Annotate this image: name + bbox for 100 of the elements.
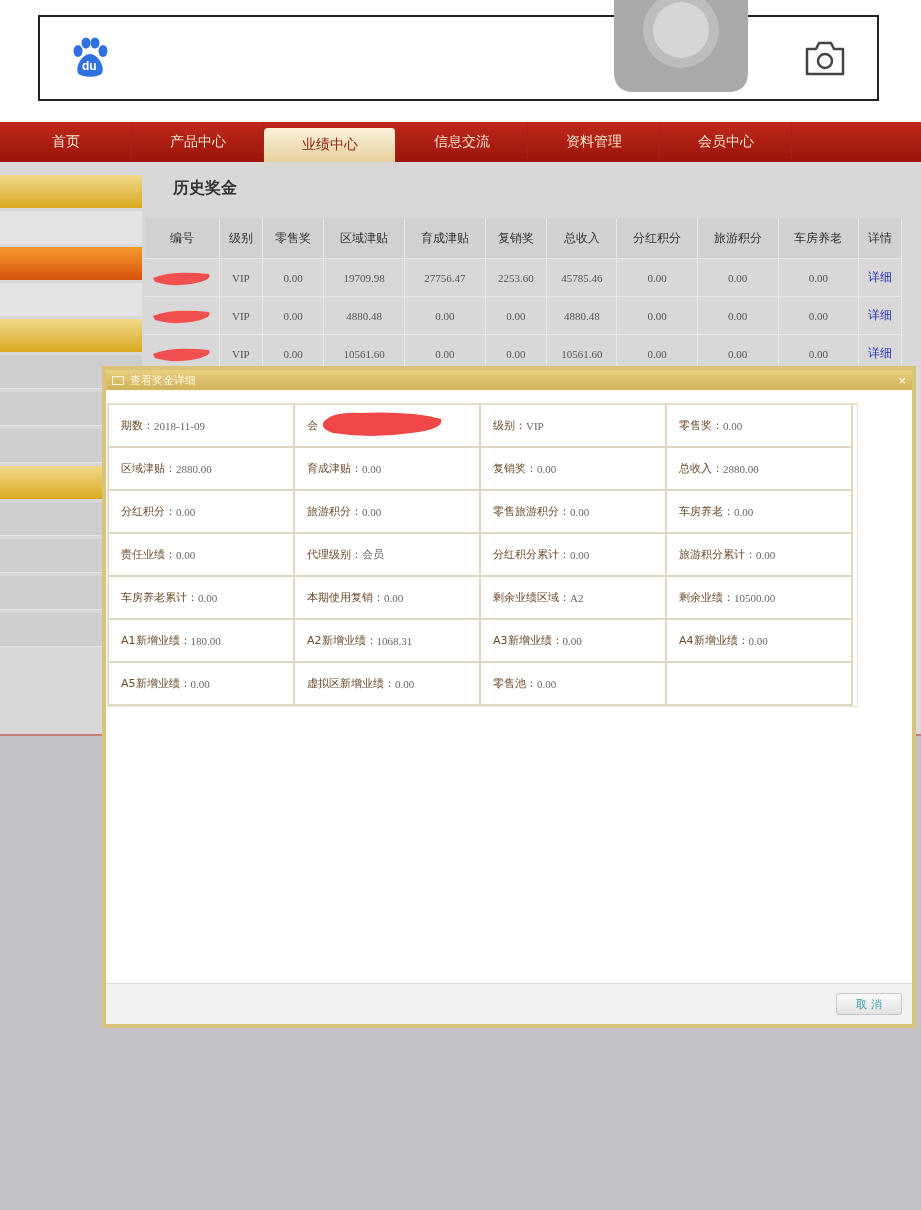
field-value: 10500.00 [734, 591, 776, 604]
field-value: 0.00 [570, 548, 590, 561]
field-label: 分红积分累计： [493, 547, 570, 562]
column-header: 详情 [858, 218, 902, 259]
column-header: 区域津贴 [323, 218, 405, 259]
table-cell: 0.00 [262, 296, 324, 335]
field-value: 0.00 [362, 462, 382, 475]
field-value: 0.00 [198, 591, 218, 604]
column-header: 育成津贴 [404, 218, 486, 259]
field-value: 0.00 [537, 462, 557, 475]
column-header: 编号 [145, 218, 220, 259]
field-value: 0.00 [395, 677, 415, 690]
field-value: 0.00 [190, 677, 210, 690]
field-label: 分红积分： [121, 504, 176, 519]
field-label: 虚拟区新增业绩： [307, 676, 395, 691]
field-label: 旅游积分： [307, 504, 362, 519]
field-label: 区域津贴： [121, 461, 176, 476]
field-label: 本期使用复销： [307, 590, 384, 605]
nav-tab[interactable]: 业绩中心 [264, 128, 396, 162]
table-cell: 2253.60 [485, 258, 547, 297]
field-value: 0.00 [384, 591, 404, 604]
table-cell: 45785.46 [546, 258, 617, 297]
field-value: VIP [526, 419, 544, 432]
field-value: 0.00 [756, 548, 776, 561]
detail-link[interactable]: 详细 [868, 346, 893, 360]
field-label: A4新增业绩： [679, 633, 749, 648]
field-label: 剩余业绩： [679, 590, 734, 605]
field-value: 0.00 [734, 505, 754, 518]
field-value: 2880.00 [176, 462, 212, 475]
column-header: 复销奖 [485, 218, 547, 259]
search-bar[interactable]: du [38, 15, 879, 101]
field-value: 会员 [362, 547, 384, 562]
assistive-touch-button[interactable] [614, 0, 748, 92]
nav-tab[interactable]: 会员中心 [660, 125, 792, 159]
nav-tab[interactable]: 首页 [0, 125, 132, 159]
field-label: 责任业绩： [121, 547, 176, 562]
column-header: 车房养老 [778, 218, 859, 259]
field-value: 2018-11-09 [154, 419, 205, 432]
field-label: 会 [307, 418, 318, 433]
sidebar-item[interactable] [0, 247, 142, 280]
column-header: 总收入 [546, 218, 617, 259]
detail-link[interactable]: 详细 [868, 270, 893, 284]
table-cell: 0.00 [485, 296, 547, 335]
table-cell: VIP [219, 258, 263, 297]
field-label: 零售旅游积分： [493, 504, 570, 519]
field-label: 剩余业绩区域： [493, 590, 570, 605]
column-header: 旅游积分 [697, 218, 779, 259]
table-cell: 0.00 [778, 258, 859, 297]
camera-icon[interactable] [803, 39, 847, 77]
table-cell: 19709.98 [323, 258, 405, 297]
table-cell: 0.00 [697, 258, 779, 297]
sidebar-item[interactable] [0, 175, 142, 208]
column-header: 零售奖 [262, 218, 324, 259]
field-value: 0.00 [570, 505, 590, 518]
field-label: 车房养老： [679, 504, 734, 519]
table-cell: 0.00 [616, 258, 698, 297]
table-cell: 0.00 [262, 258, 324, 297]
field-label: 复销奖： [493, 461, 537, 476]
table-cell: 0.00 [616, 296, 698, 335]
field-value: 180.00 [190, 634, 221, 647]
column-header: 分红积分 [616, 218, 698, 259]
window-icon [112, 375, 124, 385]
field-label: A5新增业绩： [121, 676, 191, 691]
field-value: 0.00 [748, 634, 768, 647]
logo-text: du [82, 59, 97, 73]
field-value: 2880.00 [723, 462, 759, 475]
field-label: 车房养老累计： [121, 590, 198, 605]
field-label: 育成津贴： [307, 461, 362, 476]
field-label: 零售奖： [679, 418, 723, 433]
field-value: 0.00 [176, 548, 196, 561]
field-value: 0.00 [537, 677, 557, 690]
field-value: 0.00 [362, 505, 382, 518]
field-label: A2新增业绩： [307, 633, 377, 648]
field-label: 级别： [493, 418, 526, 433]
column-header: 级别 [219, 218, 263, 259]
field-value: 0.00 [562, 634, 582, 647]
table-cell: 4880.48 [323, 296, 405, 335]
field-label: A3新增业绩： [493, 633, 563, 648]
table-cell: 0.00 [404, 296, 486, 335]
field-value: A2 [570, 591, 584, 604]
dialog-title: 查看奖金详细 [130, 372, 196, 388]
table-cell: 27756.47 [404, 258, 486, 297]
table-cell: 0.00 [778, 296, 859, 335]
field-value: 0.00 [723, 419, 743, 432]
field-label: 旅游积分累计： [679, 547, 756, 562]
field-label: 总收入： [679, 461, 723, 476]
field-value: 0.00 [176, 505, 196, 518]
nav-tab[interactable]: 信息交流 [396, 125, 528, 159]
detail-link[interactable]: 详细 [868, 308, 893, 322]
nav-tab[interactable]: 资料管理 [528, 125, 660, 159]
table-cell: 4880.48 [546, 296, 617, 335]
sidebar-item[interactable] [0, 319, 142, 352]
table-cell: VIP [219, 296, 263, 335]
field-value: 1068.31 [376, 634, 413, 647]
field-label: 期数： [121, 418, 154, 433]
field-label: 代理级别： [307, 547, 362, 562]
field-label: 零售池： [493, 676, 537, 691]
page-title: 历史奖金 [172, 178, 238, 199]
field-label: A1新增业绩： [121, 633, 191, 648]
table-cell: 0.00 [697, 296, 779, 335]
